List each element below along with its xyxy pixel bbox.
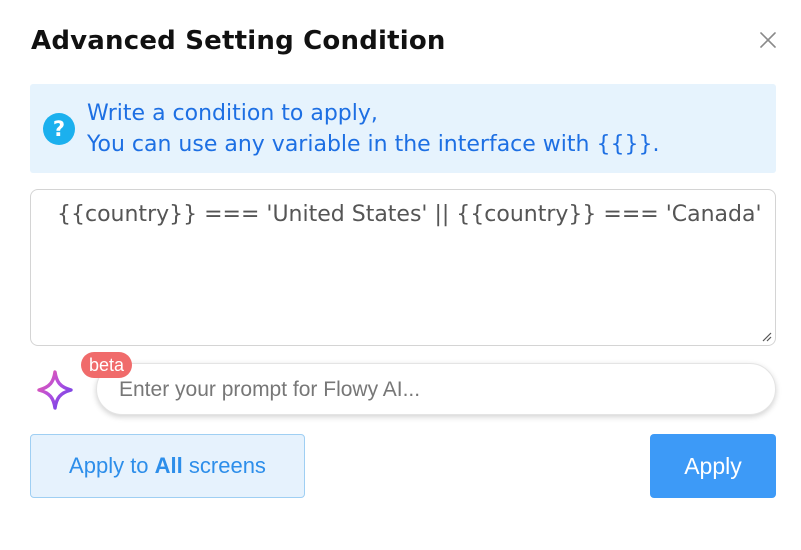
condition-text: {{country}} === 'United States' || {{cou… <box>57 202 762 227</box>
ai-prompt-container <box>96 363 776 416</box>
info-line-1: Write a condition to apply, <box>87 101 378 126</box>
info-text: Write a condition to apply, You can use … <box>87 98 659 160</box>
resize-grip-icon[interactable] <box>762 332 772 342</box>
apply-button[interactable]: Apply <box>650 434 776 498</box>
info-banner: ? Write a condition to apply, You can us… <box>30 84 776 173</box>
advanced-setting-dialog: Advanced Setting Condition ? Write a con… <box>0 0 801 550</box>
apply-all-suffix: screens <box>182 453 266 478</box>
apply-to-all-screens-button[interactable]: Apply to All screens <box>30 434 305 498</box>
apply-all-bold: All <box>154 453 183 478</box>
close-icon[interactable] <box>756 28 780 52</box>
apply-all-prefix: Apply to <box>69 453 155 478</box>
dialog-title: Advanced Setting Condition <box>31 26 446 56</box>
sparkle-icon <box>33 368 77 412</box>
info-line-2: You can use any variable in the interfac… <box>87 132 660 157</box>
question-icon: ? <box>43 113 75 145</box>
condition-textarea[interactable]: {{country}} === 'United States' || {{cou… <box>30 189 776 346</box>
ai-prompt-input[interactable] <box>117 364 761 416</box>
beta-badge: beta <box>81 352 133 378</box>
